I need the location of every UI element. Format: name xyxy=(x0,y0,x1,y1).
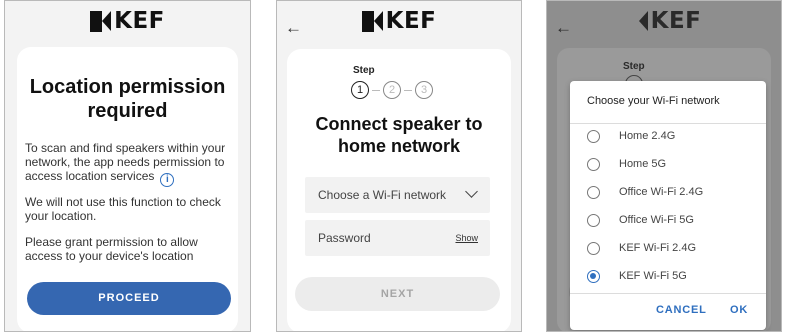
cancel-button[interactable]: CANCEL xyxy=(656,304,707,316)
wifi-option[interactable]: Office Wi-Fi 5G xyxy=(570,207,766,235)
wifi-option[interactable]: Home 2.4G xyxy=(570,123,766,151)
step-divider xyxy=(372,89,380,91)
wifi-select-placeholder: Choose a Wi-Fi network xyxy=(318,188,447,202)
wifi-option-label: KEF Wi-Fi 2.4G xyxy=(619,242,697,254)
wifi-dialog: Choose your Wi-Fi network Home 2.4G Home… xyxy=(570,81,766,330)
dialog-title: Choose your Wi-Fi network xyxy=(587,95,720,107)
chevron-down-icon xyxy=(465,185,478,198)
radio-icon[interactable] xyxy=(587,186,600,199)
permission-explanation: To scan and find speakers within your ne… xyxy=(25,141,232,187)
choose-wifi-screen: ← KEF Step Choose your Wi-Fi network Hom… xyxy=(546,0,782,332)
wifi-network-select[interactable]: Choose a Wi-Fi network xyxy=(305,177,490,213)
password-field[interactable]: Password Show xyxy=(305,220,490,256)
step-label: Step xyxy=(623,61,645,72)
page-title: Location permission required xyxy=(29,76,226,122)
kef-logo: KEF xyxy=(547,8,781,37)
kef-logo: KEF xyxy=(5,8,250,37)
ok-button[interactable]: OK xyxy=(730,304,748,316)
wifi-option-label: KEF Wi-Fi 5G xyxy=(619,270,687,282)
wifi-option-label: Home 5G xyxy=(619,158,667,170)
page-title: Connect speaker to home network xyxy=(315,114,483,156)
wifi-option-label: Office Wi-Fi 5G xyxy=(619,214,694,226)
step-divider xyxy=(404,89,412,91)
radio-icon[interactable] xyxy=(587,214,600,227)
show-password-link[interactable]: Show xyxy=(455,233,478,243)
next-button[interactable]: NEXT xyxy=(295,277,500,311)
connect-network-screen: ← KEF Choose a Wi-Fi network Password Sh… xyxy=(276,0,522,332)
location-permission-screen: KEF Location permission required To scan… xyxy=(4,0,251,332)
step-2: 2 xyxy=(383,81,401,99)
grant-request: Please grant permission to allow access … xyxy=(25,235,198,263)
logo-text: KEF xyxy=(385,8,437,34)
step-3: 3 xyxy=(415,81,433,99)
wifi-option-label: Office Wi-Fi 2.4G xyxy=(619,186,704,198)
step-label: Step xyxy=(353,65,375,76)
password-placeholder: Password xyxy=(318,231,371,245)
kef-logo-icon xyxy=(627,11,649,32)
radio-icon[interactable] xyxy=(587,130,600,143)
permission-explanation-text: To scan and find speakers within your ne… xyxy=(25,141,226,183)
wifi-option[interactable]: Home 5G xyxy=(570,151,766,179)
wifi-option[interactable]: KEF Wi-Fi 2.4G xyxy=(570,235,766,263)
kef-logo: KEF xyxy=(277,8,521,37)
wifi-option-label: Home 2.4G xyxy=(619,130,676,142)
step-1: 1 xyxy=(351,81,369,99)
kef-logo-icon xyxy=(361,11,384,32)
logo-text: KEF xyxy=(114,8,165,34)
proceed-button[interactable]: PROCEED xyxy=(27,282,231,315)
step-indicator: 1 2 3 xyxy=(351,81,433,99)
info-icon[interactable]: i xyxy=(160,173,175,187)
dialog-divider xyxy=(570,293,766,294)
radio-icon[interactable] xyxy=(587,242,600,255)
wifi-option-selected[interactable]: KEF Wi-Fi 5G xyxy=(570,263,766,291)
radio-icon[interactable] xyxy=(587,158,600,171)
privacy-note: We will not use this function to check y… xyxy=(25,195,221,223)
radio-selected-icon[interactable] xyxy=(587,270,600,283)
logo-text: KEF xyxy=(650,8,702,34)
wifi-option[interactable]: Office Wi-Fi 2.4G xyxy=(570,179,766,207)
kef-logo-icon xyxy=(90,11,112,32)
